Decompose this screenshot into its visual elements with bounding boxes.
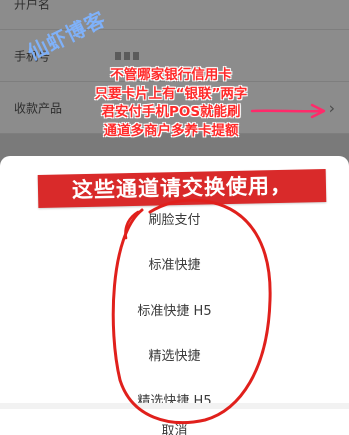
app-screen: 开户名 手机号 收款产品 › 仙虾博客 不管哪家银行信用卡 只要卡片上有“银联”… [0,0,349,435]
sheet-option-standard-quick-h5[interactable]: 标准快捷 H5 [0,286,349,332]
cancel-button[interactable]: 取消 [0,409,349,435]
annotation-line: 君安付手机POS就能刷 [101,104,241,120]
annotation-text: 不管哪家银行信用卡 只要卡片上有“银联”两字 君安付手机POS就能刷 通道多商户… [66,66,276,140]
annotation-line: 只要卡片上有“银联”两字 [94,85,248,102]
sheet-option-premium-quick[interactable]: 精选快捷 [0,331,349,377]
annotation-arrow-icon [250,103,326,119]
annotation-line: 不管哪家银行信用卡 [110,67,232,83]
form-row-label: 收款产品 [14,101,63,115]
form-row-label: 开户名 [14,0,51,11]
masked-phone-value [115,51,139,60]
annotation-line: 通道多商户多养卡提额 [103,122,239,139]
annotation-banner: 这些通道请交换使用， [37,168,327,209]
sheet-option-standard-quick[interactable]: 标准快捷 [0,240,349,286]
